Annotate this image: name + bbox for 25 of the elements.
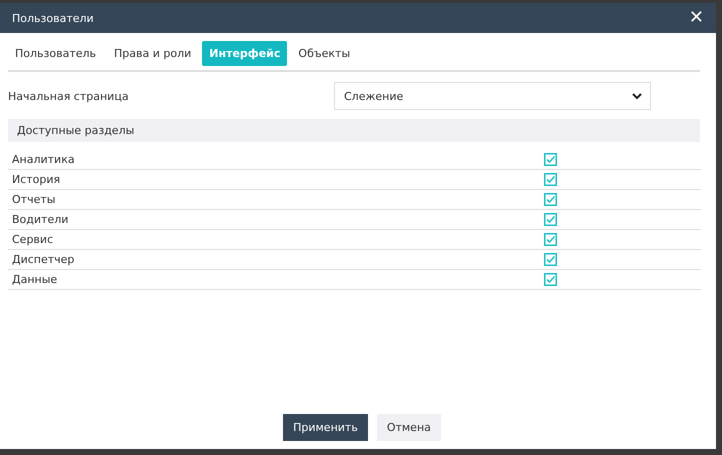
- section-title: Доступные разделы: [17, 124, 134, 137]
- section-label: История: [12, 173, 62, 186]
- cancel-button[interactable]: Отмена: [376, 414, 441, 441]
- close-button[interactable]: ✕: [684, 9, 708, 27]
- checkbox[interactable]: [544, 233, 557, 246]
- section-label: Диспетчер: [12, 253, 76, 266]
- section-label: Аналитика: [12, 153, 76, 166]
- section-label: Отчеты: [12, 193, 56, 206]
- chevron-icon: [632, 92, 642, 100]
- checkbox[interactable]: [544, 253, 557, 266]
- section-label: Сервис: [12, 233, 54, 246]
- tab[interactable]: Пользователь: [8, 41, 104, 66]
- window-title: Пользователи: [12, 12, 94, 24]
- tab[interactable]: Объекты: [291, 41, 358, 66]
- checkbox[interactable]: [544, 273, 557, 286]
- section-label: Водители: [12, 213, 70, 226]
- checkbox[interactable]: [544, 193, 557, 206]
- start-page-select[interactable]: Слежение: [334, 82, 651, 110]
- section-label: Данные: [12, 273, 58, 286]
- apply-button[interactable]: Применить: [283, 414, 368, 441]
- checkbox[interactable]: [544, 173, 557, 186]
- field-label: Начальная страница: [8, 90, 130, 102]
- checkbox[interactable]: [544, 213, 557, 226]
- checkbox[interactable]: [544, 153, 557, 166]
- tab[interactable]: Права и роли: [107, 41, 198, 66]
